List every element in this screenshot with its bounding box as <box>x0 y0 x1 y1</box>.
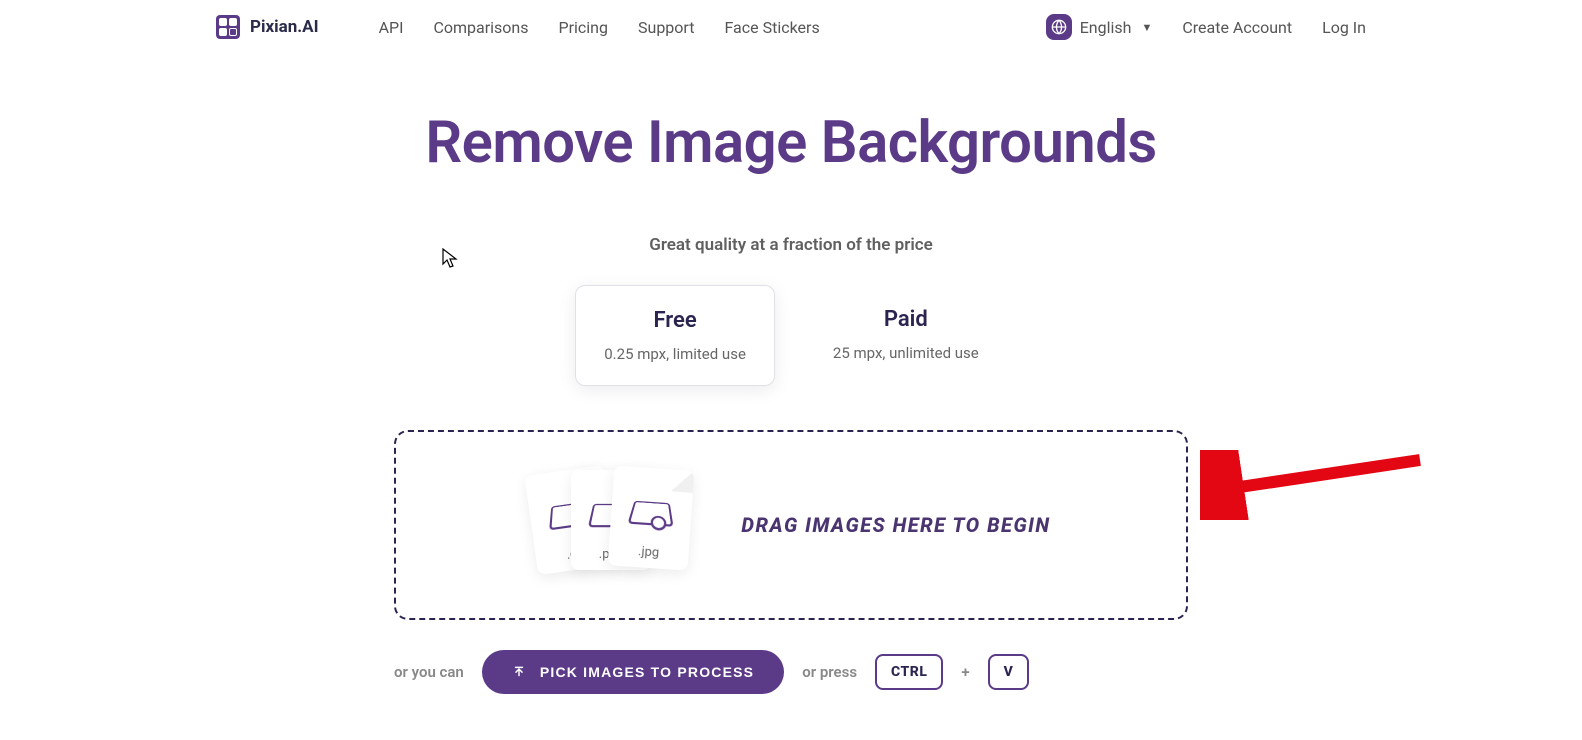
dropzone-text: DRAG IMAGES HERE TO BEGIN <box>741 513 1050 537</box>
language-label: English <box>1080 18 1132 37</box>
annotation-arrow-icon <box>1200 450 1430 524</box>
or-you-can-label: or you can <box>394 663 464 681</box>
log-in-link[interactable]: Log In <box>1322 18 1366 37</box>
main-nav: API Comparisons Pricing Support Face Sti… <box>379 18 820 37</box>
header-right: English ▼ Create Account Log In <box>1046 14 1366 40</box>
kbd-plus: + <box>961 663 969 681</box>
or-press-label: or press <box>802 663 857 681</box>
nav-pricing[interactable]: Pricing <box>559 18 609 37</box>
logo-icon <box>216 15 240 39</box>
pick-images-button[interactable]: PICK IMAGES TO PROCESS <box>482 650 784 694</box>
language-picker[interactable]: English ▼ <box>1046 14 1153 40</box>
logo[interactable]: Pixian.AI <box>216 15 319 39</box>
plan-free-title: Free <box>604 308 746 333</box>
file-ext-jpg: .jpg <box>638 544 660 560</box>
plan-free[interactable]: Free 0.25 mpx, limited use <box>575 285 775 386</box>
upload-icon <box>512 665 526 679</box>
kbd-v: V <box>988 654 1030 690</box>
nav-face-stickers[interactable]: Face Stickers <box>724 18 819 37</box>
plan-free-sub: 0.25 mpx, limited use <box>604 345 746 363</box>
plans: Free 0.25 mpx, limited use Paid 25 mpx, … <box>341 285 1241 386</box>
site-header: Pixian.AI API Comparisons Pricing Suppor… <box>216 0 1366 54</box>
file-stack-icon: .gif .png .jpg <box>531 470 701 580</box>
dropzone[interactable]: .gif .png .jpg DRAG IMAGES HERE TO BEGIN <box>394 430 1188 620</box>
pick-images-label: PICK IMAGES TO PROCESS <box>540 664 754 680</box>
hero: Remove Image Backgrounds Great quality a… <box>341 109 1241 386</box>
globe-icon <box>1046 14 1072 40</box>
actions-row: or you can PICK IMAGES TO PROCESS or pre… <box>394 650 1188 694</box>
logo-text: Pixian.AI <box>250 17 319 37</box>
plan-paid[interactable]: Paid 25 mpx, unlimited use <box>805 285 1007 386</box>
chevron-down-icon: ▼ <box>1141 21 1152 34</box>
nav-comparisons[interactable]: Comparisons <box>433 18 528 37</box>
plan-paid-title: Paid <box>833 307 979 332</box>
kbd-ctrl: CTRL <box>875 654 943 690</box>
create-account-link[interactable]: Create Account <box>1182 18 1292 37</box>
nav-support[interactable]: Support <box>638 18 694 37</box>
plan-paid-sub: 25 mpx, unlimited use <box>833 344 979 362</box>
tagline: Great quality at a fraction of the price <box>341 235 1241 255</box>
nav-api[interactable]: API <box>379 18 404 37</box>
page-title: Remove Image Backgrounds <box>341 109 1241 177</box>
